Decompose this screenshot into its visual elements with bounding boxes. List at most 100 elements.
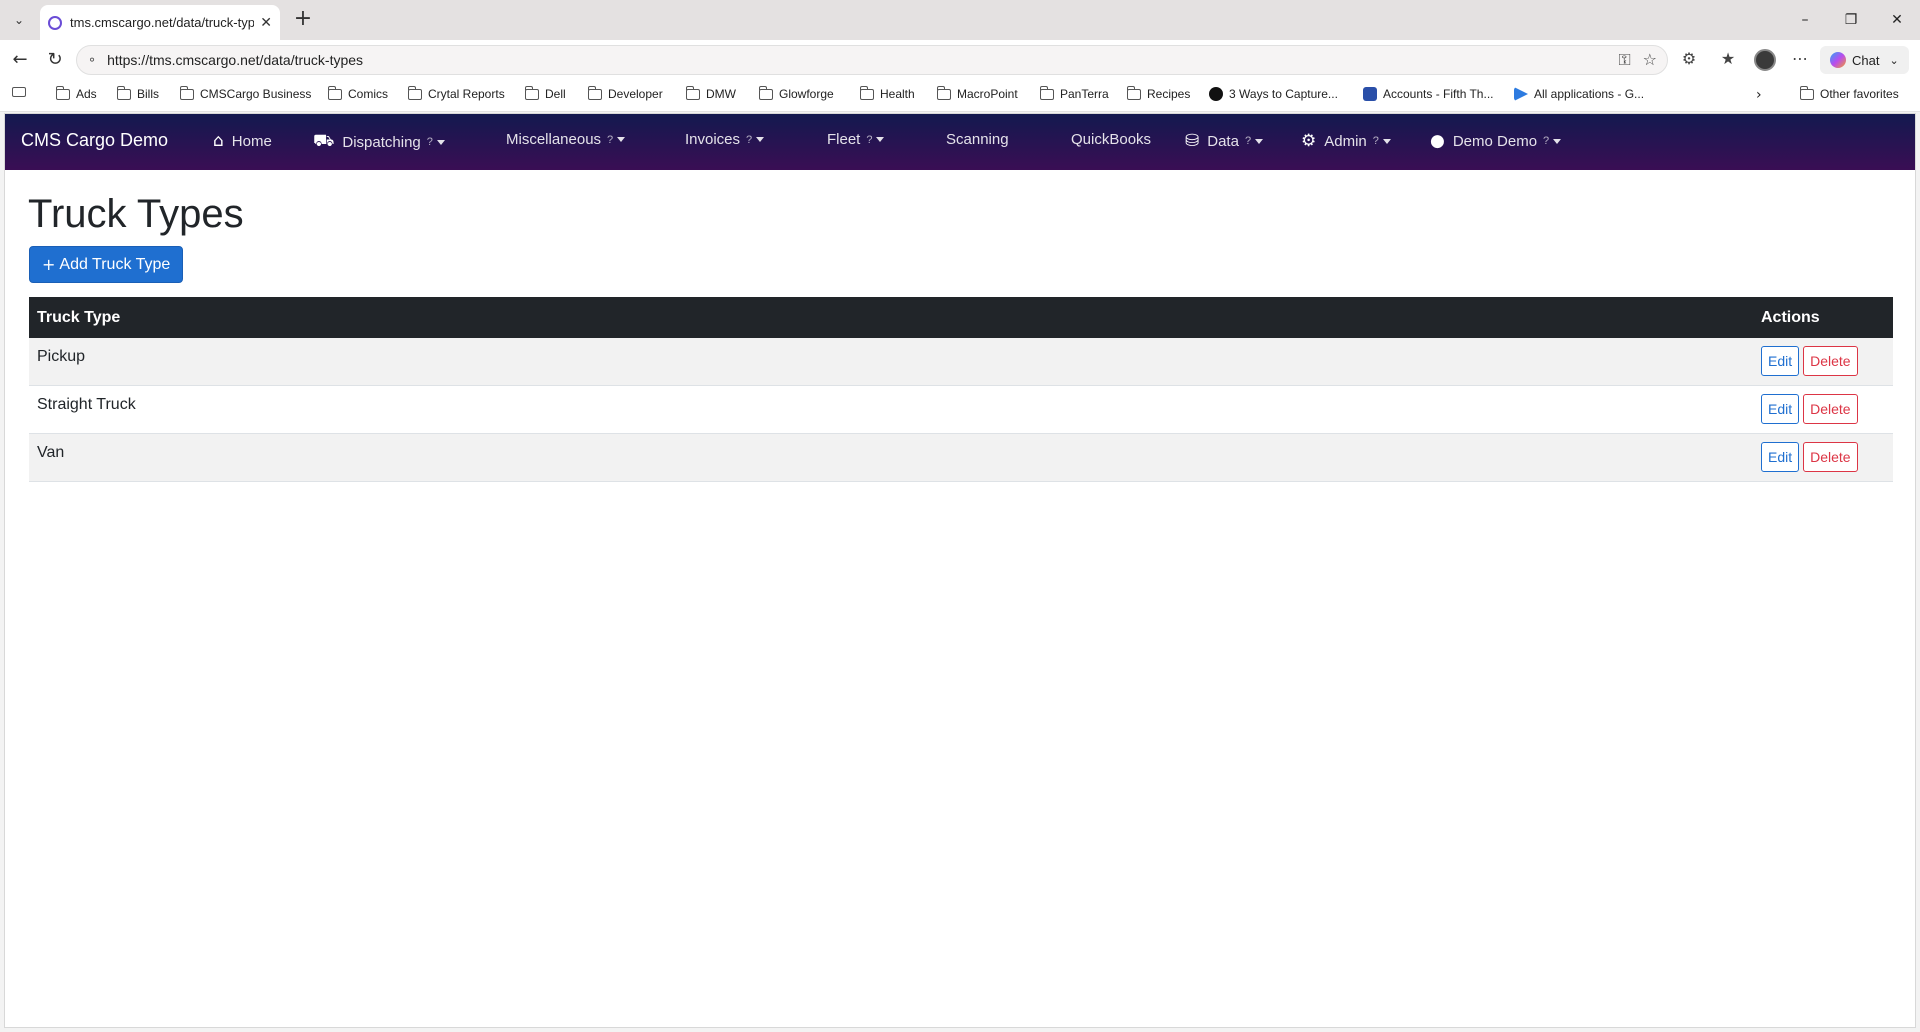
other-favorites-folder[interactable]: Other favorites bbox=[1799, 85, 1899, 101]
bookmark-folder[interactable]: Glowforge bbox=[758, 85, 834, 101]
bank-site-icon bbox=[1363, 87, 1377, 101]
truck-icon: ⛟ bbox=[313, 131, 335, 151]
nav-data[interactable]: ⛁ Data ? bbox=[1185, 131, 1264, 151]
delete-button[interactable]: Delete bbox=[1803, 442, 1858, 472]
truck-types-table: Truck Type Actions Pickup Edit Delete St… bbox=[29, 297, 1893, 482]
bookmark-folder[interactable]: DMW bbox=[685, 85, 736, 101]
bookmark-folder[interactable]: Health bbox=[859, 85, 915, 101]
password-key-icon[interactable]: ⚿ bbox=[1618, 50, 1630, 70]
bookmark-folder[interactable]: PanTerra bbox=[1039, 85, 1109, 101]
bookmark-folder[interactable]: Comics bbox=[327, 85, 388, 101]
more-options-icon[interactable]: ⋯ bbox=[1788, 49, 1812, 71]
bookmark-folder[interactable]: Developer bbox=[587, 85, 663, 101]
folder-icon bbox=[685, 85, 700, 100]
tab-list-chevron-icon[interactable]: ⌄ bbox=[6, 8, 32, 32]
delete-button[interactable]: Delete bbox=[1803, 394, 1858, 424]
extensions-icon[interactable]: ⚙ bbox=[1677, 49, 1701, 71]
plus-icon: + bbox=[42, 255, 56, 274]
chevron-down-icon: ⌄ bbox=[1889, 53, 1899, 67]
bookmark-link[interactable]: Accounts - Fifth Th... bbox=[1363, 87, 1493, 101]
browser-tab-bar: ⌄ tms.cmscargo.net/data/truck-types ✕ + … bbox=[0, 0, 1920, 40]
folder-icon bbox=[1126, 85, 1141, 100]
bookmark-folder[interactable]: Recipes bbox=[1126, 85, 1190, 101]
actions-cell: Edit Delete bbox=[1761, 338, 1893, 376]
back-arrow-icon[interactable]: ← bbox=[8, 48, 32, 72]
nav-dispatching[interactable]: ⛟ Dispatching ? bbox=[313, 131, 445, 153]
page-title: Truck Types bbox=[28, 192, 244, 236]
caret-down-icon bbox=[1553, 138, 1562, 144]
edit-button[interactable]: Edit bbox=[1761, 394, 1800, 424]
url-text[interactable]: https://tms.cmscargo.net/data/truck-type… bbox=[107, 52, 363, 68]
nav-quickbooks[interactable]: QuickBooks bbox=[1071, 131, 1151, 148]
folder-icon bbox=[407, 85, 422, 100]
caret-down-icon bbox=[617, 137, 626, 142]
tab-close-icon[interactable]: ✕ bbox=[260, 15, 272, 31]
profile-avatar[interactable] bbox=[1754, 49, 1776, 71]
minimize-icon[interactable]: – bbox=[1790, 8, 1820, 32]
nav-scanning[interactable]: Scanning bbox=[946, 131, 1009, 148]
folder-icon bbox=[758, 85, 773, 100]
nav-admin[interactable]: ⚙ Admin ? bbox=[1301, 131, 1391, 151]
window-close-icon[interactable]: ✕ bbox=[1882, 8, 1912, 32]
restore-icon[interactable]: ❐ bbox=[1836, 8, 1866, 32]
actions-cell: Edit Delete bbox=[1761, 434, 1893, 472]
caret-down-icon bbox=[1382, 138, 1391, 144]
truck-type-cell: Pickup bbox=[37, 348, 86, 365]
folder-icon bbox=[179, 85, 194, 100]
column-header-actions: Actions bbox=[1761, 308, 1820, 326]
caret-down-icon bbox=[756, 137, 765, 142]
app-navbar: CMS Cargo Demo ⌂ Home ⛟ Dispatching ? Mi… bbox=[5, 114, 1915, 170]
brand-link[interactable]: CMS Cargo Demo bbox=[21, 130, 168, 151]
bookmark-folder[interactable]: Dell bbox=[524, 85, 566, 101]
favorite-star-icon[interactable]: ☆ bbox=[1643, 50, 1657, 70]
refresh-icon[interactable]: ↻ bbox=[43, 48, 67, 72]
nav-invoices[interactable]: Invoices ? bbox=[685, 131, 765, 148]
folder-icon bbox=[587, 85, 602, 100]
bookmarks-bar: Ads Bills CMSCargo Business Comics Cryta… bbox=[0, 80, 1920, 112]
copilot-icon bbox=[1830, 52, 1846, 68]
table-row: Pickup Edit Delete bbox=[29, 338, 1893, 386]
nav-fleet[interactable]: Fleet ? bbox=[827, 131, 885, 148]
site-info-icon[interactable]: ⚬ bbox=[87, 53, 97, 67]
bookmark-link[interactable]: 3 Ways to Capture... bbox=[1209, 87, 1338, 101]
bookmarks-overflow-chevron-icon[interactable]: › bbox=[1756, 87, 1762, 103]
edit-button[interactable]: Edit bbox=[1761, 346, 1800, 376]
new-tab-plus-icon[interactable]: + bbox=[290, 8, 316, 32]
nav-user-menu[interactable]: ● Demo Demo ? bbox=[1430, 131, 1562, 151]
chat-label: Chat bbox=[1852, 52, 1880, 68]
favorites-icon[interactable]: ★ bbox=[1716, 49, 1740, 71]
browser-tab-active[interactable]: tms.cmscargo.net/data/truck-types ✕ bbox=[40, 5, 280, 40]
add-truck-type-button[interactable]: + Add Truck Type bbox=[29, 246, 184, 283]
bookmarks-bar-toggle-icon[interactable] bbox=[12, 87, 26, 97]
folder-icon bbox=[116, 85, 131, 100]
bookmark-folder[interactable]: CMSCargo Business bbox=[179, 85, 311, 101]
bookmark-folder[interactable]: Crytal Reports bbox=[407, 85, 505, 101]
caret-down-icon bbox=[436, 139, 445, 145]
caret-down-icon bbox=[1255, 138, 1264, 144]
folder-icon bbox=[1799, 85, 1814, 100]
folder-icon bbox=[936, 85, 951, 100]
nav-home[interactable]: ⌂ Home bbox=[213, 131, 272, 151]
edit-button[interactable]: Edit bbox=[1761, 442, 1800, 472]
caret-down-icon bbox=[876, 137, 885, 142]
actions-cell: Edit Delete bbox=[1761, 386, 1893, 424]
database-icon: ⛁ bbox=[1185, 131, 1200, 151]
folder-icon bbox=[55, 85, 70, 100]
gear-icon: ⚙ bbox=[1301, 131, 1317, 151]
bookmark-folder[interactable]: MacroPoint bbox=[936, 85, 1018, 101]
delete-button[interactable]: Delete bbox=[1803, 346, 1858, 376]
azure-site-icon bbox=[1514, 87, 1528, 101]
bookmark-folder[interactable]: Ads bbox=[55, 85, 97, 101]
bookmark-folder[interactable]: Bills bbox=[116, 85, 159, 101]
nav-miscellaneous[interactable]: Miscellaneous ? bbox=[506, 131, 626, 148]
folder-icon bbox=[327, 85, 342, 100]
browser-address-bar: ← ↻ ⚬ https://tms.cmscargo.net/data/truc… bbox=[0, 40, 1920, 80]
url-field[interactable]: ⚬ https://tms.cmscargo.net/data/truck-ty… bbox=[76, 45, 1668, 75]
copilot-chat-button[interactable]: Chat ⌄ bbox=[1820, 46, 1909, 74]
bookmark-link[interactable]: All applications - G... bbox=[1514, 87, 1644, 101]
folder-icon bbox=[859, 85, 874, 100]
dice-site-icon bbox=[1209, 87, 1223, 101]
user-icon: ● bbox=[1430, 131, 1445, 151]
folder-icon bbox=[524, 85, 539, 100]
page-viewport: CMS Cargo Demo ⌂ Home ⛟ Dispatching ? Mi… bbox=[4, 113, 1916, 1028]
